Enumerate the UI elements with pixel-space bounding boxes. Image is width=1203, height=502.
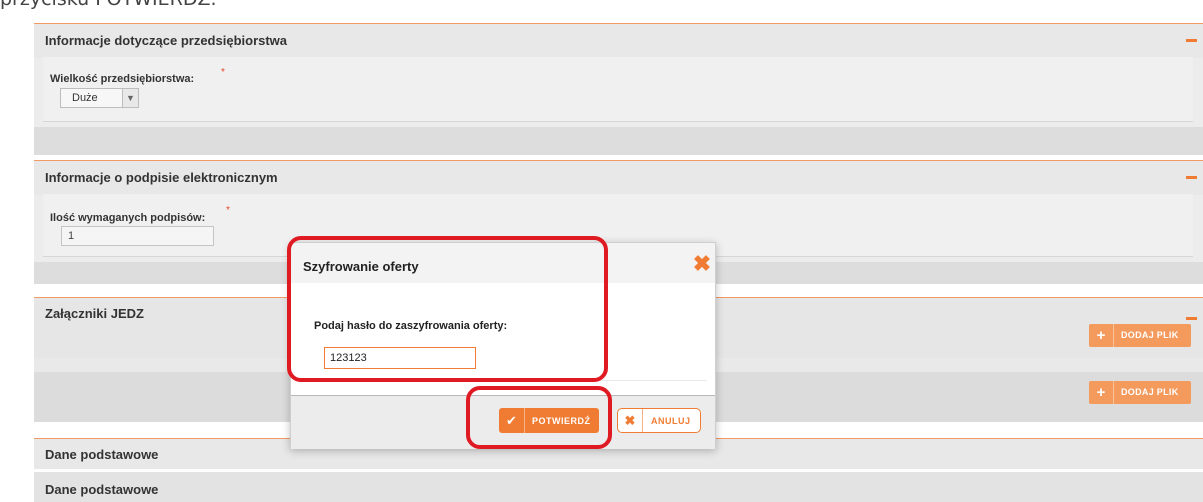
panel-footer-band: [34, 127, 1203, 155]
dialog-header: Szyfrowanie oferty ✖: [291, 243, 715, 283]
enterprise-size-value: Duże: [72, 92, 98, 104]
dialog-title: Szyfrowanie oferty: [303, 259, 419, 274]
plus-icon: +: [1089, 381, 1114, 404]
signature-info-header[interactable]: Informacje o podpisie elektronicznym: [34, 160, 1203, 195]
enterprise-size-select[interactable]: Duże ▼: [60, 88, 139, 108]
add-file-button[interactable]: + DODAJ PLIK: [1089, 324, 1191, 347]
add-file-label: DODAJ PLIK: [1121, 387, 1179, 397]
password-input[interactable]: [324, 347, 476, 369]
panel-title: Załączniki JEDZ: [45, 306, 144, 321]
confirm-button[interactable]: ✔ POTWIERDŹ: [499, 408, 599, 433]
add-file-label: DODAJ PLIK: [1121, 330, 1179, 340]
signature-count-label: Ilość wymaganych podpisów:: [50, 212, 206, 224]
enterprise-info-header[interactable]: Informacje dotyczące przedsiębiorstwa: [34, 23, 1203, 58]
required-marker: *: [226, 205, 230, 216]
dialog-footer: ✔ POTWIERDŹ ✖ ANULUJ: [291, 395, 715, 449]
add-file-button[interactable]: + DODAJ PLIK: [1089, 381, 1191, 404]
minus-icon[interactable]: [1186, 317, 1197, 320]
signature-count-input[interactable]: 1: [61, 226, 214, 246]
divider: [303, 380, 707, 381]
minus-icon[interactable]: [1186, 39, 1197, 42]
panel-title: Informacje o podpisie elektronicznym: [45, 170, 278, 185]
panel-title: Dane podstawowe: [45, 447, 159, 462]
enterprise-info-panel: Informacje dotyczące przedsiębiorstwa Wi…: [34, 23, 1203, 155]
cancel-button[interactable]: ✖ ANULUJ: [617, 408, 701, 433]
basic-data-panel-2: Dane podstawowe: [34, 472, 1203, 502]
x-icon: ✖: [618, 409, 643, 432]
minus-icon[interactable]: [1186, 176, 1197, 179]
panel-title: Informacje dotyczące przedsiębiorstwa: [45, 33, 288, 48]
chevron-down-icon[interactable]: ▼: [122, 89, 138, 107]
required-marker: *: [221, 67, 225, 78]
encrypt-offer-dialog: Szyfrowanie oferty ✖ Podaj hasło do zasz…: [290, 242, 716, 449]
enterprise-size-field: Wielkość przedsiębiorstwa: * Duże ▼: [43, 57, 1193, 122]
enterprise-size-label: Wielkość przedsiębiorstwa:: [50, 73, 195, 85]
cancel-label: ANULUJ: [651, 416, 691, 426]
close-x-icon[interactable]: ✖: [692, 253, 712, 275]
instruction-caption: przycisku POTWIERDŹ.: [0, 0, 217, 10]
panel-title: Dane podstawowe: [45, 482, 159, 497]
plus-icon: +: [1089, 324, 1114, 347]
confirm-label: POTWIERDŹ: [532, 416, 591, 426]
checkmark-icon: ✔: [499, 408, 525, 433]
password-label: Podaj hasło do zaszyfrowania oferty:: [314, 320, 508, 332]
